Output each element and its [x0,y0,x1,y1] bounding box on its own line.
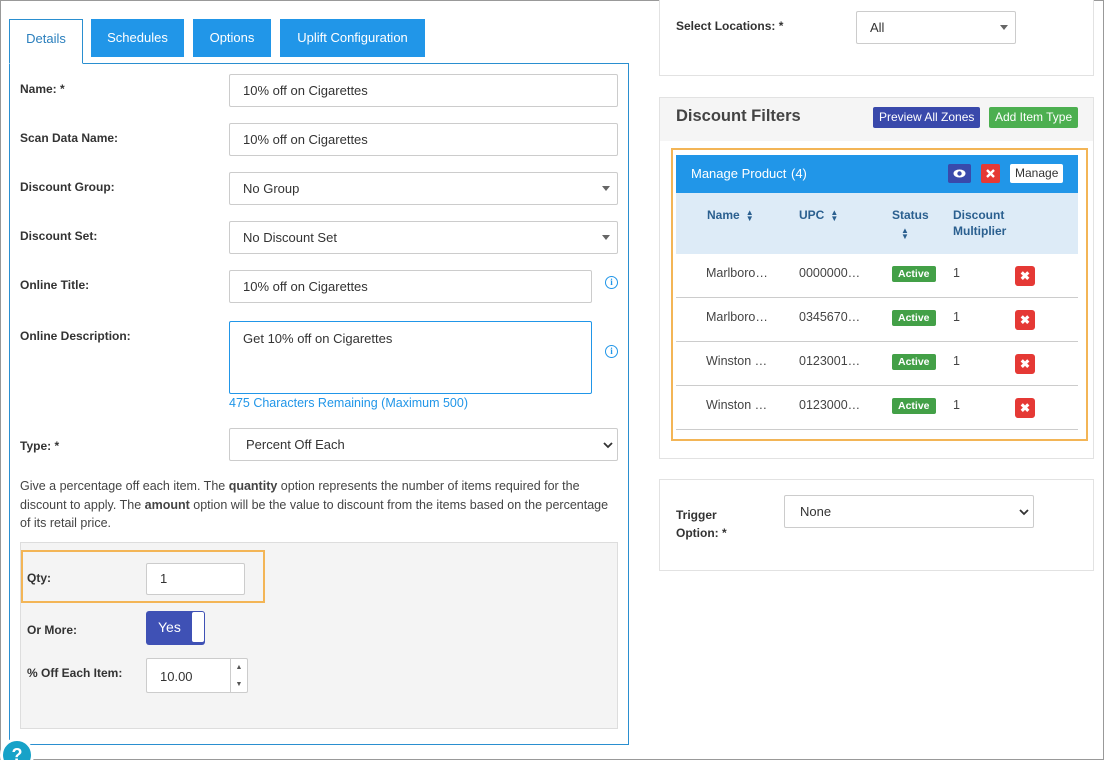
product-name: Winston … [706,354,768,368]
type-label: Type: * [20,439,60,453]
product-upc: 0123001… [799,354,861,368]
chevron-down-icon [1019,509,1029,516]
scan-data-name-input[interactable]: 10% off on Cigarettes [229,123,618,156]
product-upc: 0000000… [799,266,861,280]
status-badge: Active [892,354,936,370]
off-each-item-value: 10.00 [160,669,193,684]
online-description-label: Online Description: [20,329,131,343]
discount-set-select[interactable]: No Discount Set [229,221,618,254]
product-multiplier: 1 [953,398,960,412]
info-icon[interactable]: i [605,276,618,289]
sort-icon[interactable]: ▲ ▼ [830,208,838,222]
type-value: Percent Off Each [246,437,345,452]
view-button[interactable] [948,164,971,183]
sort-icon[interactable]: ▲ ▼ [901,226,909,240]
discount-set-label: Discount Set: [20,229,98,243]
chevron-down-icon [602,235,610,240]
product-multiplier: 1 [953,354,960,368]
sort-icon[interactable]: ▲ ▼ [746,208,754,222]
product-name: Winston … [706,398,768,412]
remove-filter-button[interactable] [981,164,1000,183]
product-table-header: Name ▲ ▼ UPC ▲ ▼ Status ▲ ▼ Discount Multiplie… [676,193,1078,254]
product-upc: 0345670… [799,310,861,324]
characters-remaining: 475 Characters Remaining (Maximum 500) [229,396,468,410]
scan-data-name-label: Scan Data Name: [20,131,119,145]
manage-button[interactable]: Manage [1010,164,1064,183]
product-multiplier: 1 [953,310,960,324]
close-icon [986,169,995,178]
discount-group-value: No Group [243,181,300,196]
table-row: Winston … 0123001… Active 1 ✖ [676,342,1078,386]
table-row: Winston … 0123000… Active 1 ✖ [676,386,1078,430]
preview-all-zones-button[interactable]: Preview All Zones [873,107,981,128]
product-multiplier: 1 [953,266,960,280]
discount-set-value: No Discount Set [243,230,337,245]
name-input[interactable]: 10% off on Cigarettes [229,74,618,107]
type-select[interactable]: Percent Off Each [229,428,618,461]
eye-icon [953,169,966,178]
product-name: Marlboro… [706,310,768,324]
manage-product-count: (4) [791,166,807,181]
product-upc: 0123000… [799,398,861,412]
status-badge: Active [892,310,936,326]
select-locations-select[interactable]: All [856,11,1016,44]
tab-details[interactable]: Details [9,19,83,64]
or-more-toggle[interactable]: Yes [146,611,205,645]
or-more-toggle-label: Yes [158,619,181,635]
discount-group-select[interactable]: No Group [229,172,618,205]
toggle-knob [192,612,204,642]
table-row: Marlboro… 0345670… Active 1 ✖ [676,298,1078,342]
product-name: Marlboro… [706,266,768,280]
column-status[interactable]: Status ▲ ▼ [892,207,929,240]
delete-icon[interactable]: ✖ [1015,398,1035,418]
off-each-item-label: % Off Each Item: [27,666,123,680]
or-more-label: Or More: [27,623,78,637]
manage-product-header: Manage Product (4) Manage [676,155,1078,193]
chevron-down-icon [603,442,613,449]
delete-icon[interactable]: ✖ [1015,310,1035,330]
manage-product-title: Manage Product [691,166,787,181]
chevron-down-icon [602,186,610,191]
status-badge: Active [892,266,936,282]
column-upc[interactable]: UPC ▲ ▼ [799,207,838,223]
table-row: Marlboro… 0000000… Active 1 ✖ [676,254,1078,298]
chevron-up-icon[interactable]: ▲ [231,659,247,676]
column-name[interactable]: Name ▲ ▼ [707,207,754,223]
tab-uplift-configuration[interactable]: Uplift Configuration [280,19,425,57]
tab-schedules[interactable]: Schedules [91,19,184,57]
delete-icon[interactable]: ✖ [1015,266,1035,286]
trigger-option-value: None [800,504,832,519]
discount-filters-title: Discount Filters [676,107,801,125]
qty-label: Qty: [27,571,51,585]
number-stepper[interactable]: ▲ ▼ [230,659,247,693]
chevron-down-icon [1000,25,1008,30]
qty-input[interactable]: 1 [146,563,245,595]
delete-icon[interactable]: ✖ [1015,354,1035,374]
online-title-label: Online Title: [20,278,90,292]
type-help-text: Give a percentage off each item. The qua… [20,479,609,530]
discount-group-label: Discount Group: [20,180,115,194]
info-icon[interactable]: i [605,345,618,358]
online-title-input[interactable]: 10% off on Cigarettes [229,270,592,303]
trigger-option-label: Trigger Option: * [676,508,727,540]
tab-options[interactable]: Options [193,19,271,57]
select-locations-label: Select Locations: * [676,19,784,33]
status-badge: Active [892,398,936,414]
trigger-option-select[interactable]: None [784,495,1034,528]
add-item-type-button[interactable]: Add Item Type [989,107,1079,128]
select-locations-value: All [870,20,885,35]
column-discount-multiplier: Discount Multiplier [953,208,1007,238]
online-description-textarea[interactable]: Get 10% off on Cigarettes [229,321,592,394]
name-label: Name: * [20,82,65,96]
chevron-down-icon[interactable]: ▼ [231,676,247,693]
off-each-item-input[interactable]: 10.00 ▲ ▼ [146,658,248,693]
